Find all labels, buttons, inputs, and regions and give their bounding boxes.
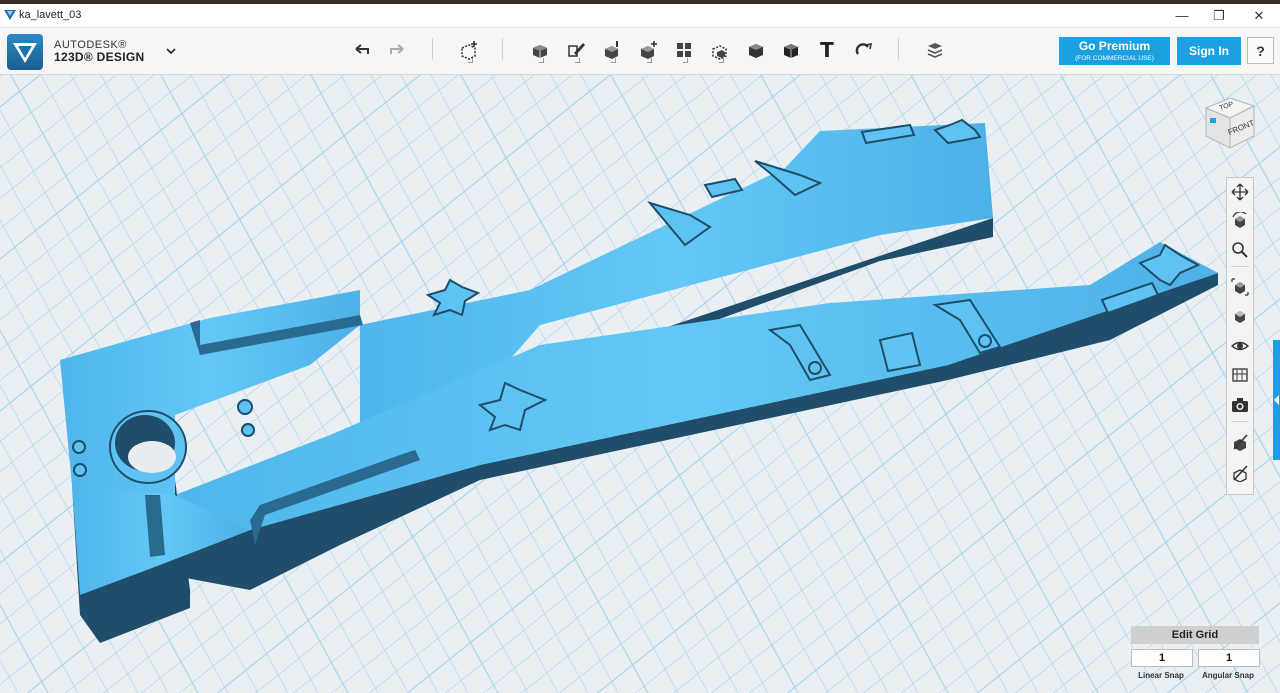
toolbar-separator (898, 38, 899, 60)
redo-button[interactable] (383, 36, 411, 64)
restore-button[interactable]: ❐ (1204, 6, 1234, 26)
text-icon: T (820, 38, 834, 62)
premium-sublabel: (FOR COMMERCIAL USE) (1075, 55, 1154, 62)
bracket-pin (808, 361, 822, 375)
pan-button[interactable] (1230, 182, 1250, 202)
angular-snap-label: Angular Snap (1201, 671, 1254, 680)
material-button[interactable] (777, 36, 805, 64)
zoom-button[interactable] (1230, 240, 1250, 260)
toolbar-separator (432, 38, 433, 60)
premium-label: Go Premium (1078, 39, 1151, 53)
pin-left-2 (73, 463, 87, 477)
dropdown-caret (683, 58, 688, 63)
help-button[interactable]: ? (1247, 37, 1274, 64)
pan-icon (1231, 183, 1249, 201)
pin-left (72, 440, 86, 454)
pin-right-2 (241, 423, 255, 437)
angular-snap-input[interactable]: 1 (1198, 649, 1260, 667)
measure-button[interactable] (742, 36, 770, 64)
toolbar-separator (502, 38, 503, 60)
dropdown-caret (539, 58, 544, 63)
dropdown-caret (575, 58, 580, 63)
fit-icon (1231, 278, 1249, 296)
close-button[interactable]: ✕ (1244, 6, 1274, 26)
pin-right (237, 399, 253, 415)
hide-mesh-button[interactable] (1230, 463, 1250, 483)
nav-separator (1231, 266, 1249, 267)
view-icon (1235, 311, 1245, 323)
screenshot-button[interactable] (1230, 395, 1250, 415)
navigation-bar (1226, 177, 1254, 495)
view-cube[interactable]: TOP FRONT (1198, 90, 1258, 154)
window-title: ka_lavett_03 (19, 9, 82, 21)
view-button[interactable] (1230, 306, 1250, 326)
visibility-button[interactable] (1230, 336, 1250, 356)
chevron-down-icon[interactable] (164, 44, 178, 58)
text-button[interactable]: T (813, 36, 841, 64)
hide-sketch-icon (1233, 434, 1248, 451)
snap-icon (855, 42, 873, 55)
redo-icon (390, 44, 404, 54)
app-logo[interactable] (7, 34, 43, 70)
dropdown-caret (647, 58, 652, 63)
screenshot-icon (1232, 398, 1248, 412)
title-bar: ka_lavett_03 — ❐ ✕ (0, 0, 1280, 28)
layers-icon (927, 43, 943, 58)
zoom-icon (1232, 242, 1248, 258)
visibility-icon (1231, 341, 1249, 351)
chevron-left-icon (1274, 395, 1279, 405)
orbit-button[interactable] (1230, 211, 1250, 231)
hide-mesh-icon (1233, 465, 1248, 482)
scene-canvas[interactable] (0, 75, 1280, 693)
snap-button[interactable] (849, 36, 877, 64)
main-toolbar: AUTODESK® 123D® DESIGN T Go Premium (FOR… (0, 28, 1280, 75)
undo-icon (355, 44, 369, 54)
nav-separator (1231, 421, 1249, 422)
hide-sketch-button[interactable] (1230, 432, 1250, 452)
dropdown-caret (719, 58, 724, 63)
sign-in-button[interactable]: Sign In (1177, 37, 1241, 65)
material-icon (784, 44, 798, 58)
app-icon (4, 10, 16, 20)
cylinder-floor (128, 441, 176, 473)
material-view-icon (1232, 368, 1248, 382)
logo-product: 123D® DESIGN (54, 50, 145, 64)
minimize-button[interactable]: — (1167, 6, 1197, 26)
go-premium-button[interactable]: Go Premium (FOR COMMERCIAL USE) (1059, 37, 1170, 65)
bracket-pin (978, 334, 992, 348)
measure-icon (749, 44, 763, 58)
layers-button[interactable] (921, 36, 949, 64)
app-name: AUTODESK® 123D® DESIGN (54, 39, 144, 63)
dropdown-caret (468, 58, 473, 63)
linear-snap-input[interactable]: 1 (1131, 649, 1193, 667)
pad-lower-mid[interactable] (878, 331, 922, 373)
undo-button[interactable] (348, 36, 376, 64)
dropdown-caret (611, 58, 616, 63)
title-bar-strip (0, 0, 1280, 4)
logo-icon (13, 43, 37, 63)
material-view-button[interactable] (1230, 365, 1250, 385)
fit-button[interactable] (1230, 277, 1250, 297)
linear-snap-label: Linear Snap (1138, 671, 1184, 680)
3d-viewport[interactable] (0, 75, 1280, 693)
orbit-icon (1232, 212, 1247, 228)
edit-grid-button[interactable]: Edit Grid (1131, 626, 1259, 644)
